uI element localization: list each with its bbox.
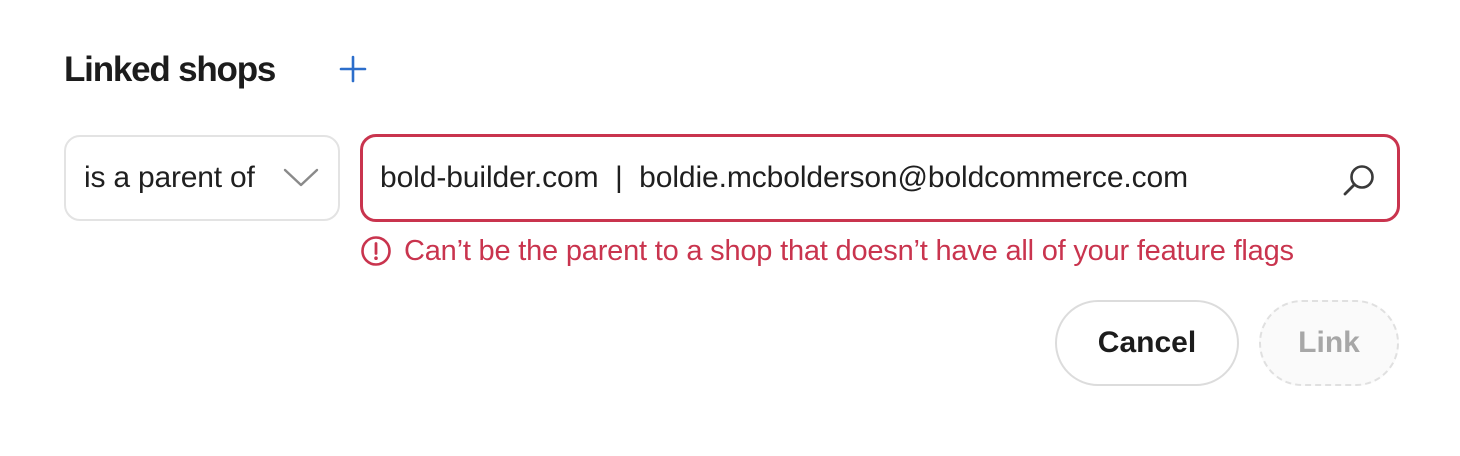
search-icon[interactable] [1341, 162, 1377, 198]
chevron-down-icon [283, 168, 319, 187]
exclamation-circle-icon [361, 236, 391, 266]
inline-error: Can’t be the parent to a shop that doesn… [360, 232, 1294, 270]
section-header: Linked shops [64, 48, 276, 92]
link-button[interactable]: Link [1259, 300, 1399, 386]
shop-search-field[interactable] [360, 134, 1400, 222]
shop-search-input[interactable] [380, 161, 1310, 195]
relation-select[interactable]: is a parent of [64, 135, 340, 221]
section-title: Linked shops [64, 50, 276, 89]
cancel-button[interactable]: Cancel [1055, 300, 1239, 386]
add-linked-shop-button[interactable] [336, 52, 370, 86]
relation-select-value: is a parent of [84, 161, 255, 194]
plus-icon [339, 55, 367, 83]
error-message: Can’t be the parent to a shop that doesn… [404, 234, 1294, 267]
